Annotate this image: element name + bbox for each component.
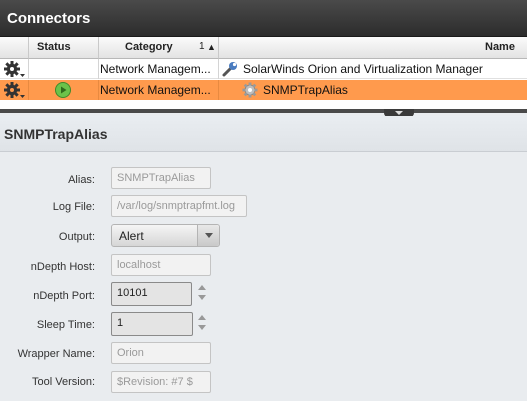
sort-ascending-icon: ▲	[207, 42, 216, 52]
table-row[interactable]: Network Managem... SolarWinds Orion and …	[0, 59, 527, 79]
sleep-time-stepper[interactable]	[197, 315, 207, 333]
gear-menu-icon[interactable]	[2, 81, 28, 100]
output-select[interactable]: Alert	[111, 224, 220, 247]
connectors-title: Connectors	[7, 10, 91, 27]
chevron-down-icon	[205, 233, 213, 238]
row-category-cell: Network Managem...	[99, 80, 219, 100]
row-actions-cell[interactable]	[0, 80, 29, 100]
row-name-cell: SNMPTrapAlias	[219, 80, 527, 100]
row-category-text: Network Managem...	[100, 83, 211, 97]
wrapper-name-field[interactable]: Orion	[111, 342, 211, 364]
sleep-time-label: Sleep Time:	[36, 319, 95, 331]
sleep-time-field[interactable]: 1	[111, 312, 193, 336]
log-file-label: Log File:	[52, 201, 95, 213]
column-header-category[interactable]: Category 1 ▲	[99, 37, 219, 59]
row-status-cell	[29, 80, 99, 100]
play-running-icon	[55, 82, 71, 98]
connectors-header: Connectors	[0, 0, 527, 37]
detail-title: SNMPTrapAlias	[4, 126, 108, 142]
output-select-value: Alert	[119, 229, 144, 243]
column-header-status-label: Status	[37, 41, 71, 53]
table-scroll-edge	[0, 109, 527, 113]
alias-field[interactable]: SNMPTrapAlias	[111, 167, 211, 189]
wrench-icon	[222, 62, 237, 77]
detail-header: SNMPTrapAlias	[0, 116, 527, 152]
row-status-cell	[29, 59, 99, 79]
column-header-status[interactable]: Status	[29, 37, 99, 59]
alias-label: Alias:	[68, 174, 95, 186]
sort-index: 1	[199, 41, 205, 52]
table-row-selected[interactable]: Network Managem... SNMPTrapAlias	[0, 80, 527, 100]
stepper-up-icon[interactable]	[198, 285, 206, 290]
connectors-window: Connectors Status Category 1 ▲ Name Netw…	[0, 0, 527, 401]
ndepth-port-field[interactable]: 10101	[111, 282, 192, 306]
row-actions-cell[interactable]	[0, 59, 29, 79]
row-name-cell: SolarWinds Orion and Virtualization Mana…	[219, 59, 527, 79]
output-select-button[interactable]	[197, 225, 219, 246]
tool-version-label: Tool Version:	[32, 376, 95, 388]
column-header-name-label: Name	[485, 41, 515, 53]
gear-icon	[242, 82, 258, 98]
log-file-field[interactable]: /var/log/snmptrapfmt.log	[111, 195, 247, 217]
row-name-text: SolarWinds Orion and Virtualization Mana…	[243, 62, 483, 76]
wrapper-name-label: Wrapper Name:	[17, 348, 95, 360]
row-name-text: SNMPTrapAlias	[263, 83, 348, 97]
row-category-cell: Network Managem...	[99, 59, 219, 79]
ndepth-port-label: nDepth Port:	[33, 290, 95, 302]
column-header-category-label: Category	[125, 41, 173, 53]
ndepth-port-stepper[interactable]	[197, 285, 207, 303]
stepper-up-icon[interactable]	[198, 315, 206, 320]
stepper-down-icon[interactable]	[198, 325, 206, 330]
stepper-down-icon[interactable]	[198, 295, 206, 300]
output-label: Output:	[58, 231, 95, 243]
column-header-name[interactable]: Name	[219, 37, 527, 59]
tool-version-field[interactable]: $Revision: #7 $	[111, 371, 211, 393]
connectors-table: Status Category 1 ▲ Name Network Managem…	[0, 37, 527, 117]
ndepth-host-field[interactable]: localhost	[111, 254, 211, 276]
gear-menu-icon[interactable]	[2, 60, 28, 79]
row-category-text: Network Managem...	[100, 62, 211, 76]
ndepth-host-label: nDepth Host:	[30, 261, 95, 273]
column-header-actions	[0, 37, 29, 59]
splitter-arrow-icon	[395, 111, 403, 115]
